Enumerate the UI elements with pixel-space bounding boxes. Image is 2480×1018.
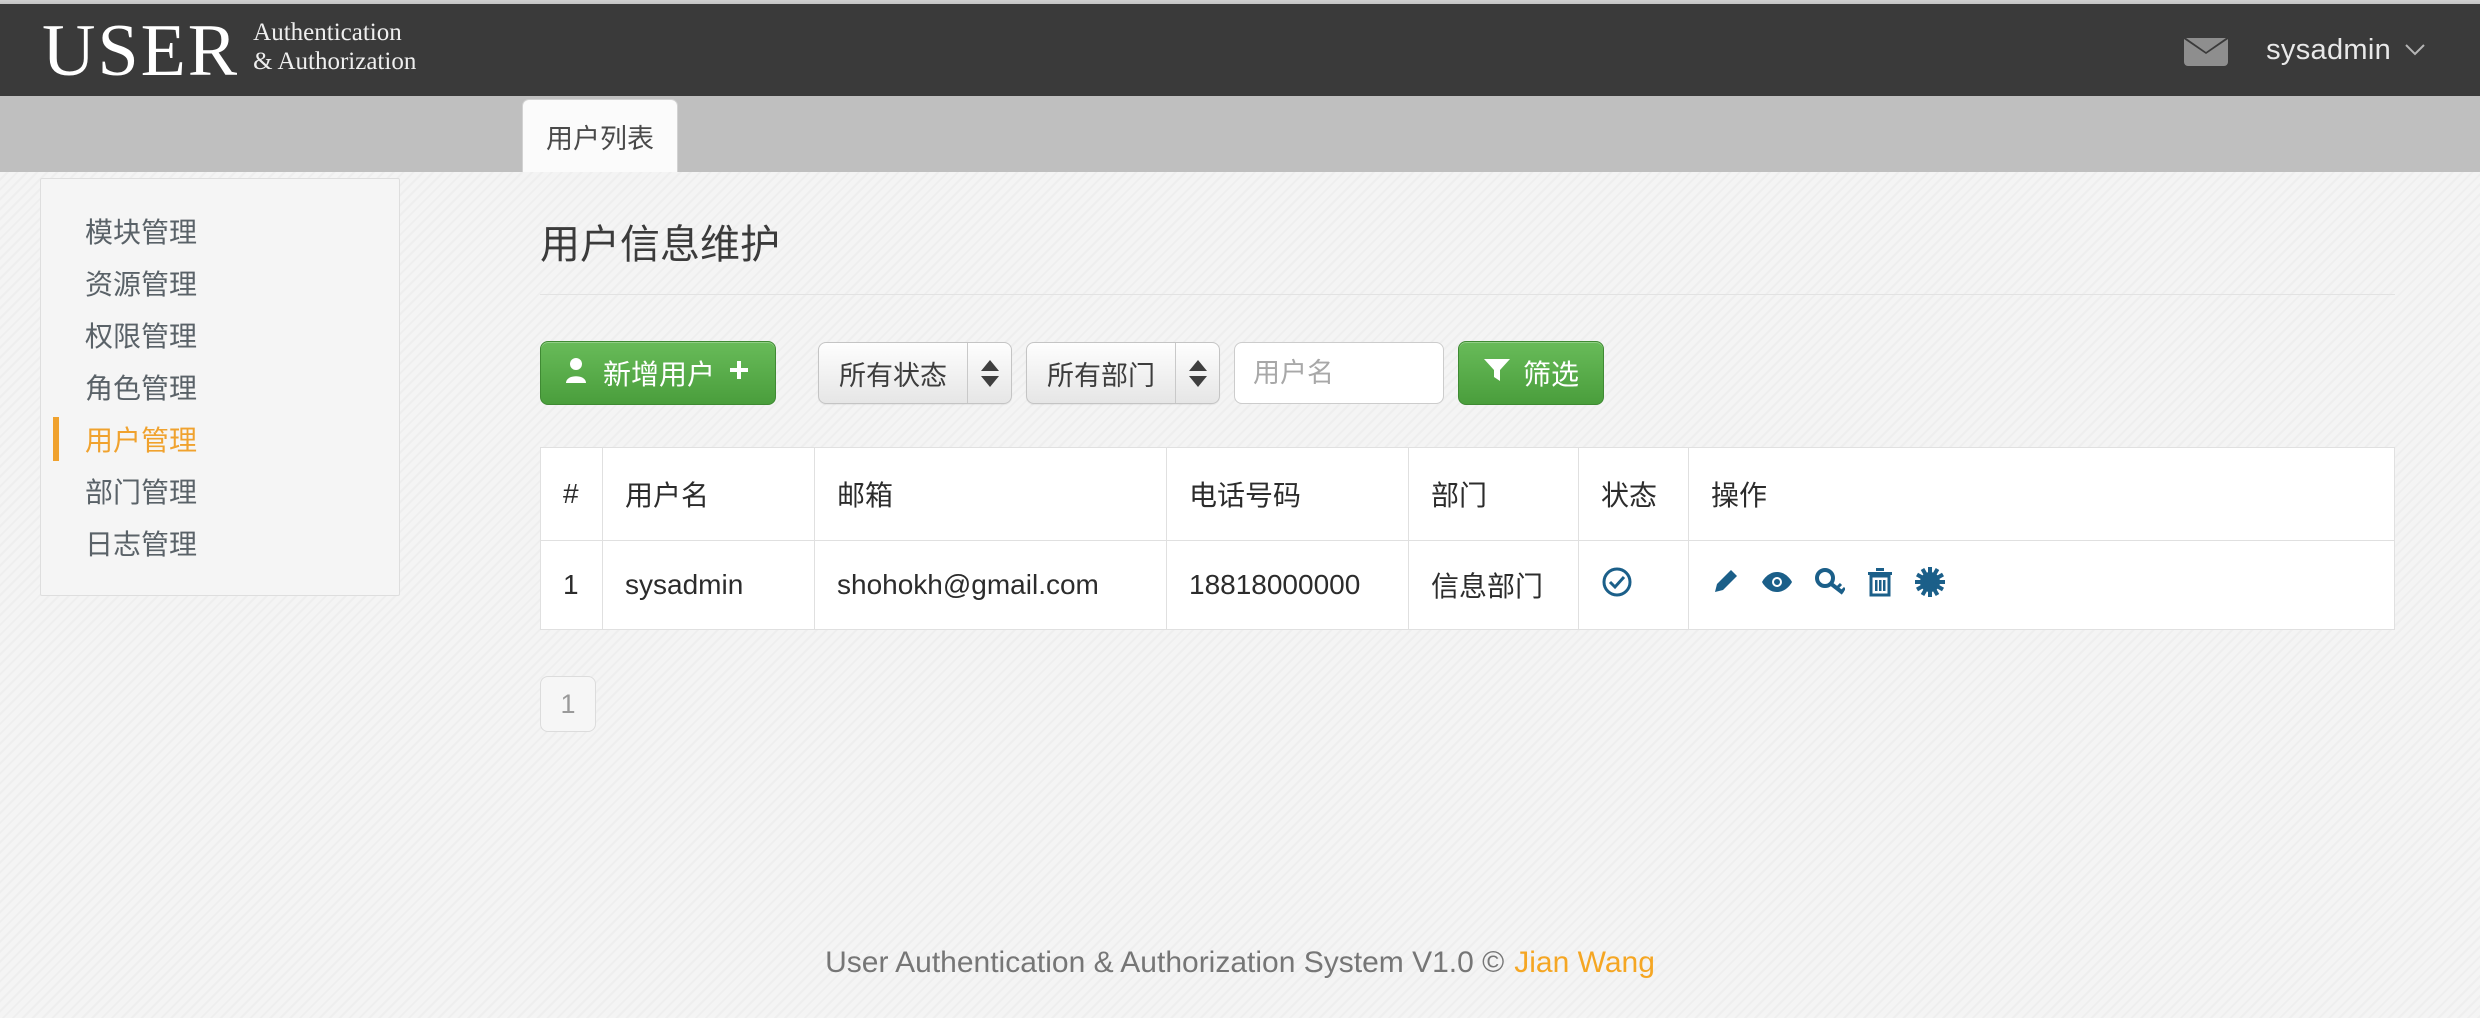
tab-label: 用户列表 [546,123,654,154]
column-header-username: 用户名 [602,447,815,541]
sidebar-item-log[interactable]: 日志管理 [41,517,399,569]
sidebar-item-user[interactable]: 用户管理 [41,413,399,465]
check-circle-icon[interactable] [1601,567,1633,604]
search-input[interactable] [1234,342,1445,404]
table-body: 1 sysadmin shohokh@gmail.com 18818000000… [540,540,2395,630]
add-user-button[interactable]: 新增用户 [540,341,777,405]
sidebar-item-permission[interactable]: 权限管理 [41,309,399,361]
cell-status [1578,540,1689,630]
sidebar-nav: 模块管理 资源管理 权限管理 角色管理 用户管理 部门管理 日志管理 [40,178,400,596]
brand-logo: USER Authentication & Authorization [0,10,416,92]
tab-user-list[interactable]: 用户列表 [522,99,678,172]
user-plus-icon [565,356,591,391]
sidebar-item-label: 用户管理 [85,425,198,456]
column-header-index: # [540,447,603,541]
brand-subtitle-line2: & Authorization [253,48,417,75]
envelope-icon[interactable] [2184,34,2229,66]
table-header-row: # 用户名 邮箱 电话号码 部门 状态 操作 [540,447,2395,541]
column-header-phone: 电话号码 [1166,447,1409,541]
sidebar-item-label: 模块管理 [85,217,198,248]
pagination-page-1[interactable]: 1 [540,676,596,732]
edit-pencil-icon[interactable] [1711,568,1739,603]
cell-index: 1 [540,540,603,630]
filter-button[interactable]: 筛选 [1458,341,1605,405]
chevron-down-icon [2405,43,2425,57]
user-menu-label: sysadmin [2266,33,2391,66]
department-select-value: 所有部门 [1047,360,1156,391]
user-menu[interactable]: sysadmin [2266,34,2425,67]
column-header-actions: 操作 [1688,447,2395,541]
table-head: # 用户名 邮箱 电话号码 部门 状态 操作 [540,447,2395,541]
gear-starburst-icon[interactable] [1915,566,1945,604]
plus-icon [727,357,751,389]
footer-author-link[interactable]: Jian Wang [1514,946,1655,980]
status-select-value: 所有状态 [839,360,948,391]
stepper-arrows-icon [1175,343,1219,403]
tab-bar [0,96,2480,172]
header-right-group: sysadmin [2184,34,2480,67]
row-actions [1711,566,2372,604]
sidebar-item-label: 日志管理 [85,529,198,560]
view-eye-icon[interactable] [1761,569,1793,601]
sidebar-item-role[interactable]: 角色管理 [41,361,399,413]
user-table: # 用户名 邮箱 电话号码 部门 状态 操作 1 sysadmin shohok… [540,447,2395,630]
main-panel: 用户信息维护 新增用户 所有状态 所有部门 用户名 筛选 # 用户名 邮箱 电话… [540,172,2400,732]
stepper-arrows-icon [967,343,1011,403]
content-area: 模块管理 资源管理 权限管理 角色管理 用户管理 部门管理 日志管理 用户信息维… [0,172,2480,1018]
cell-phone: 18818000000 [1166,540,1409,630]
sidebar-item-label: 角色管理 [85,373,198,404]
brand-subtitle-line1: Authentication [253,19,402,46]
footer: User Authentication & Authorization Syst… [0,908,2480,1018]
sidebar-item-resource[interactable]: 资源管理 [41,257,399,309]
page-title: 用户信息维护 [540,223,780,267]
brand-subtitle: Authentication & Authorization [253,18,416,82]
sidebar-item-module[interactable]: 模块管理 [41,205,399,257]
delete-trash-icon[interactable] [1867,567,1893,604]
cell-username: sysadmin [602,540,815,630]
sidebar-item-department[interactable]: 部门管理 [41,465,399,517]
funnel-icon [1483,357,1511,390]
cell-actions [1688,540,2395,630]
sidebar-item-label: 资源管理 [85,269,198,300]
app-header: USER Authentication & Authorization sysa… [0,4,2480,96]
footer-text: User Authentication & Authorization Syst… [825,946,1505,979]
column-header-email: 邮箱 [814,447,1167,541]
brand-title: USER [42,10,240,92]
department-select[interactable]: 所有部门 [1026,342,1221,404]
cell-department: 信息部门 [1408,540,1579,630]
filter-label: 筛选 [1523,359,1580,390]
pagination: 1 [540,676,2400,732]
cell-email: shohokh@gmail.com [814,540,1167,630]
user-table-container: # 用户名 邮箱 电话号码 部门 状态 操作 1 sysadmin shohok… [540,447,2395,630]
sidebar-item-label: 权限管理 [85,321,198,352]
key-icon[interactable] [1815,567,1847,603]
add-user-label: 新增用户 [603,359,716,390]
toolbar: 新增用户 所有状态 所有部门 用户名 筛选 [540,295,2400,405]
column-header-department: 部门 [1408,447,1579,541]
table-row: 1 sysadmin shohokh@gmail.com 18818000000… [540,540,2395,630]
status-select[interactable]: 所有状态 [818,342,1013,404]
column-header-status: 状态 [1578,447,1689,541]
sidebar-item-label: 部门管理 [85,477,198,508]
